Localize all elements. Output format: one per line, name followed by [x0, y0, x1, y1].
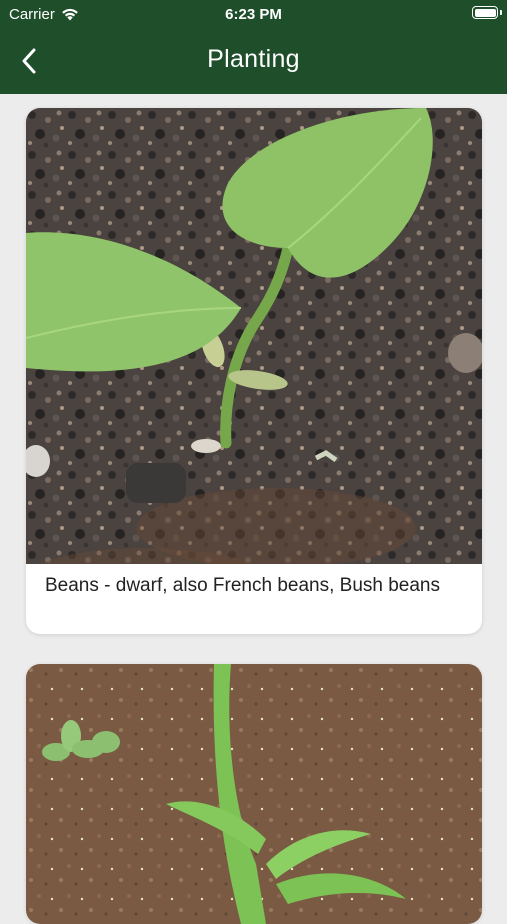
status-bar: Carrier 6:23 PM [0, 0, 507, 28]
corn-seedling-photo [26, 664, 482, 924]
battery-icon [472, 6, 502, 19]
bean-seedling-photo [26, 108, 482, 564]
plant-card[interactable] [26, 664, 482, 924]
page-title: Planting [207, 45, 300, 73]
plant-card[interactable]: Beans - dwarf, also French beans, Bush b… [26, 108, 482, 634]
plant-card-caption: Beans - dwarf, also French beans, Bush b… [45, 575, 441, 596]
app-header: Carrier 6:23 PM Planting [0, 0, 507, 94]
status-time: 6:23 PM [225, 6, 282, 23]
nav-bar: Planting [0, 28, 507, 94]
